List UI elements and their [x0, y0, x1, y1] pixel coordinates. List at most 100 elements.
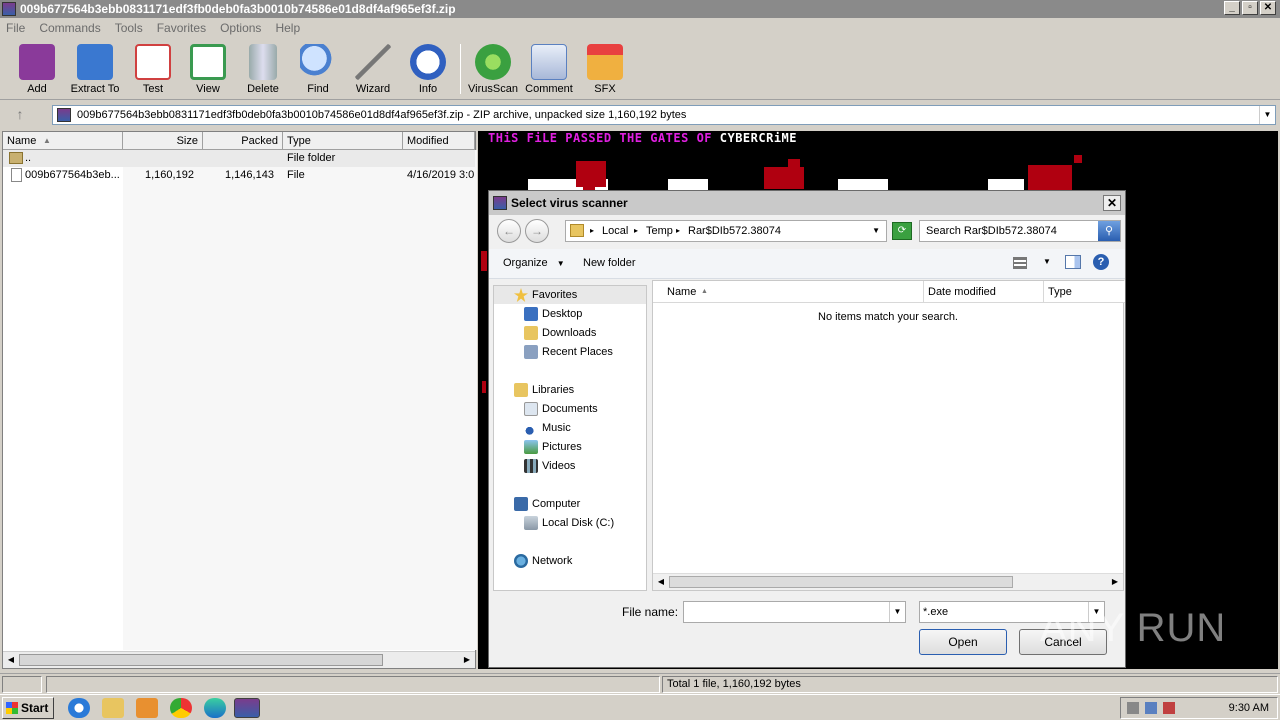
delete-button[interactable]: Delete: [235, 44, 291, 95]
help-icon[interactable]: ?: [1093, 254, 1109, 270]
comment-button[interactable]: Comment: [521, 44, 577, 95]
close-button[interactable]: ✕: [1260, 1, 1276, 15]
clock[interactable]: 9:30 AM: [1229, 698, 1269, 718]
column-header-modified[interactable]: Modified: [403, 132, 475, 150]
nav-downloads[interactable]: Downloads: [524, 324, 596, 342]
nav-desktop[interactable]: Desktop: [524, 305, 582, 323]
add-button[interactable]: Add: [9, 44, 65, 95]
horizontal-scrollbar[interactable]: ◀ ▶: [3, 651, 475, 668]
column-header-name[interactable]: Name ▲: [3, 132, 123, 150]
nav-local-disk[interactable]: Local Disk (C:): [524, 514, 614, 532]
virusscan-button[interactable]: VirusScan: [465, 44, 521, 95]
menu-favorites[interactable]: Favorites: [157, 21, 206, 35]
breadcrumb-local[interactable]: Local: [602, 221, 628, 241]
menu-file[interactable]: File: [6, 21, 25, 35]
desktop-icon: [524, 307, 538, 321]
find-button[interactable]: Find: [290, 44, 346, 95]
address-bar[interactable]: 009b677564b3ebb0831171edf3fb0deb0fa3b001…: [52, 105, 1276, 125]
sfx-button[interactable]: SFX: [577, 44, 633, 95]
new-folder-button[interactable]: New folder: [583, 257, 636, 269]
scroll-left-icon[interactable]: ◀: [654, 575, 668, 589]
preview-pane-icon[interactable]: [1065, 255, 1081, 269]
up-arrow-icon[interactable]: ↑: [8, 106, 32, 122]
zip-archive-icon: [57, 108, 71, 122]
file-name-input[interactable]: ▼: [683, 601, 906, 623]
volume-icon[interactable]: [1127, 702, 1139, 714]
downloads-folder-icon: [524, 326, 538, 340]
menu-commands[interactable]: Commands: [39, 21, 100, 35]
minimize-button[interactable]: _: [1224, 1, 1240, 15]
file-explorer-icon[interactable]: [102, 698, 124, 718]
search-icon[interactable]: ⚲: [1098, 221, 1120, 241]
breadcrumb-folder[interactable]: Rar$DIb572.38074: [688, 221, 781, 241]
list-item[interactable]: 009b677564b3eb... 1,160,192 1,146,143 Fi…: [3, 167, 475, 184]
nav-network[interactable]: Network: [514, 552, 572, 570]
breadcrumb-temp[interactable]: Temp: [646, 221, 673, 241]
wizard-button[interactable]: Wizard: [345, 44, 401, 95]
extract-to-button[interactable]: Extract To: [67, 44, 123, 95]
nav-computer[interactable]: Computer: [514, 495, 580, 513]
chevron-down-icon[interactable]: ▼: [889, 602, 905, 622]
list-item[interactable]: .. File folder: [3, 150, 475, 167]
column-header-packed[interactable]: Packed: [203, 132, 283, 150]
dialog-close-button[interactable]: ✕: [1103, 195, 1121, 211]
file-name-label: File name:: [622, 605, 679, 619]
menu-help[interactable]: Help: [275, 21, 300, 35]
status-bar: Total 1 file, 1,160,192 bytes: [0, 673, 1280, 693]
view-button[interactable]: View: [180, 44, 236, 95]
info-button[interactable]: Info: [400, 44, 456, 95]
edge-icon[interactable]: [204, 698, 226, 718]
navigation-pane: Favorites Desktop Downloads Recent Place…: [493, 285, 647, 591]
winrar-app-icon: [493, 196, 507, 210]
folder-icon: [9, 152, 23, 164]
column-header-type[interactable]: Type: [283, 132, 403, 150]
nav-pictures[interactable]: Pictures: [524, 438, 582, 456]
winrar-taskbar-icon[interactable]: [234, 698, 260, 718]
taskbar: Start 9:30 AM: [0, 694, 1280, 720]
column-header-size[interactable]: Size: [123, 132, 203, 150]
scroll-right-icon[interactable]: ▶: [460, 653, 474, 667]
chevron-down-icon[interactable]: ▼: [872, 221, 880, 241]
chrome-icon[interactable]: [170, 698, 192, 718]
computer-icon: [514, 497, 528, 511]
add-archive-icon: [19, 44, 55, 80]
column-header-date-modified[interactable]: Date modified: [924, 281, 1044, 303]
status-text: Total 1 file, 1,160,192 bytes: [662, 676, 1278, 693]
organize-button[interactable]: Organize ▼: [503, 257, 565, 269]
nav-videos[interactable]: Videos: [524, 457, 575, 475]
breadcrumb[interactable]: ▸ Local ▸ Temp ▸ Rar$DIb572.38074 ▼: [565, 220, 887, 242]
chevron-down-icon[interactable]: ▼: [1043, 257, 1051, 266]
open-button[interactable]: Open: [919, 629, 1007, 655]
column-header-name[interactable]: Name ▲: [653, 281, 924, 303]
scroll-right-icon[interactable]: ▶: [1108, 575, 1122, 589]
column-header-type[interactable]: Type: [1044, 281, 1125, 303]
network-icon: [514, 554, 528, 568]
scroll-thumb[interactable]: [19, 654, 383, 666]
scroll-thumb[interactable]: [669, 576, 1013, 588]
test-button[interactable]: Test: [125, 44, 181, 95]
back-arrow-icon[interactable]: ←: [497, 219, 521, 243]
nav-documents[interactable]: Documents: [524, 400, 598, 418]
start-button[interactable]: Start: [2, 697, 54, 719]
nav-music[interactable]: Music: [524, 419, 571, 437]
horizontal-scrollbar[interactable]: ◀ ▶: [653, 573, 1123, 590]
media-player-icon[interactable]: [136, 698, 158, 718]
forward-arrow-icon[interactable]: →: [525, 219, 549, 243]
menu-options[interactable]: Options: [220, 21, 261, 35]
magnifier-icon: [300, 44, 336, 80]
flag-icon[interactable]: [1163, 702, 1175, 714]
menu-tools[interactable]: Tools: [115, 21, 143, 35]
maximize-button[interactable]: ▫: [1242, 1, 1258, 15]
refresh-icon[interactable]: ⟳: [892, 222, 912, 240]
internet-explorer-icon[interactable]: [68, 698, 90, 718]
search-input[interactable]: Search Rar$DIb572.38074 ⚲: [919, 220, 1121, 242]
scroll-left-icon[interactable]: ◀: [4, 653, 18, 667]
pictures-icon: [524, 440, 538, 454]
chevron-down-icon[interactable]: ▼: [1259, 106, 1275, 124]
nav-favorites[interactable]: Favorites: [514, 286, 577, 304]
virus-scan-icon: [475, 44, 511, 80]
view-list-icon[interactable]: [1013, 257, 1027, 269]
nav-recent-places[interactable]: Recent Places: [524, 343, 613, 361]
network-status-icon[interactable]: [1145, 702, 1157, 714]
nav-libraries[interactable]: Libraries: [514, 381, 574, 399]
